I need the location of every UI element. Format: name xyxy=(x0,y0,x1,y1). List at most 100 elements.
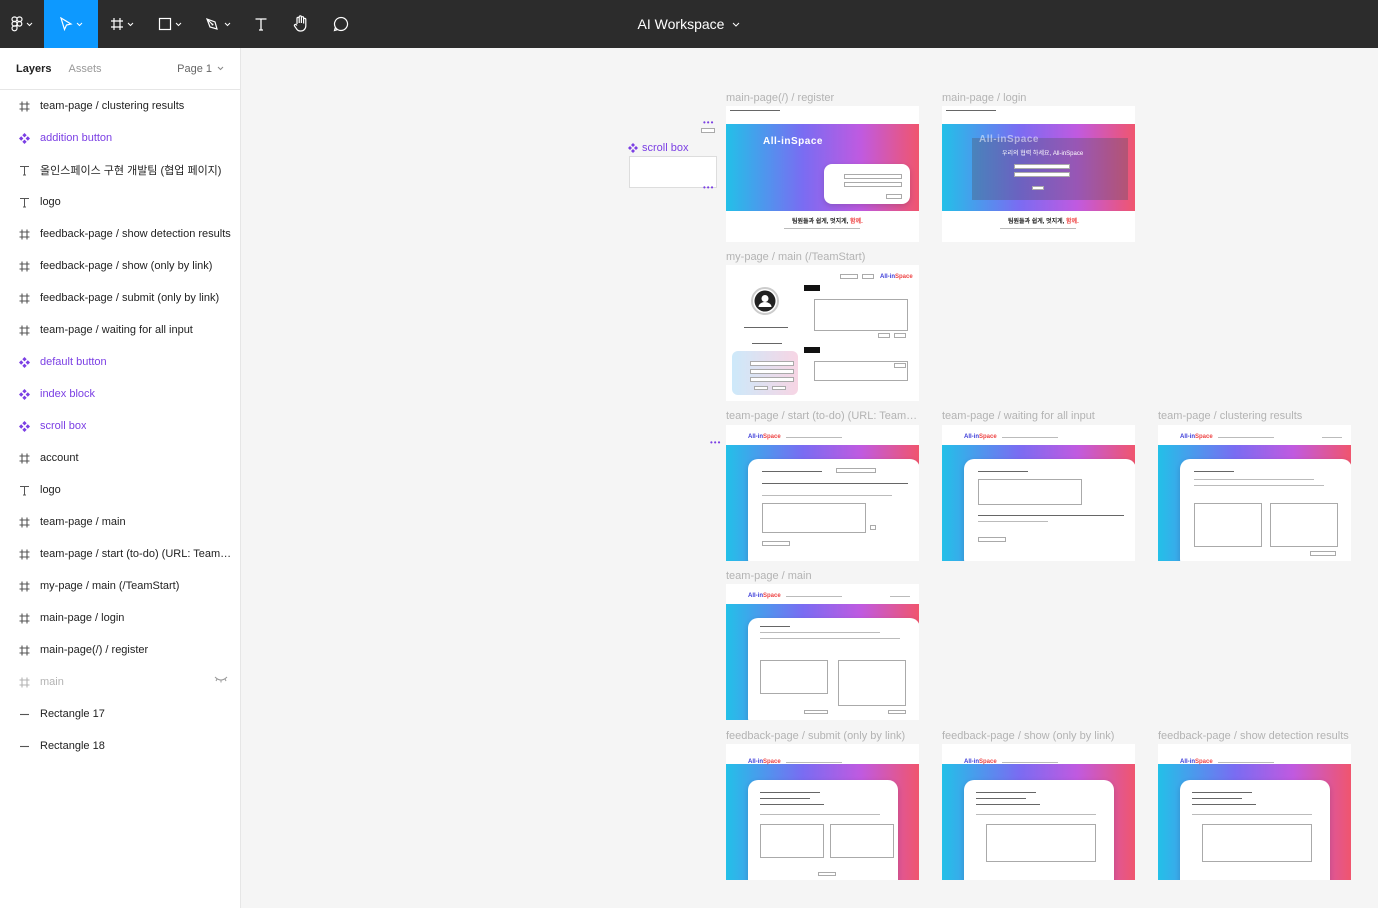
mini-input xyxy=(844,182,902,187)
shape-tool-button[interactable] xyxy=(146,0,194,48)
layer-name: team-page / waiting for all input xyxy=(40,324,193,336)
layer-item[interactable]: main-page(/) / register xyxy=(0,634,240,666)
mini-input xyxy=(701,128,715,133)
mini-text xyxy=(786,596,842,597)
layer-item[interactable]: Rectangle 18 xyxy=(0,730,240,762)
layer-list: team-page / clustering results addition b… xyxy=(0,90,240,762)
mini-text xyxy=(760,804,824,805)
layer-item[interactable]: scroll box xyxy=(0,410,240,442)
hand-tool-button[interactable] xyxy=(280,0,322,48)
tab-assets[interactable]: Assets xyxy=(68,63,101,75)
frame-submit[interactable]: All-inSpace xyxy=(726,744,919,880)
layer-item[interactable]: main xyxy=(0,666,240,698)
frame-mypage[interactable]: All-inSpace xyxy=(726,265,919,401)
mini-text xyxy=(976,792,1036,793)
frame-label-clustering[interactable]: team-page / clustering results xyxy=(1158,410,1351,422)
frame-label-login[interactable]: main-page / login xyxy=(942,92,1135,104)
mini-scroll-box xyxy=(838,660,906,706)
text-tool-button[interactable] xyxy=(242,0,280,48)
comment-tool-button[interactable] xyxy=(322,0,360,48)
layer-name: main-page / login xyxy=(40,612,125,624)
slogan: 팀원들과 쉽게, 멋지게, 함께. xyxy=(792,216,863,225)
layer-item[interactable]: 올인스페이스 구현 개발팀 (협업 페이지) xyxy=(0,154,240,186)
mini-text xyxy=(890,596,910,597)
frame-label-waiting[interactable]: team-page / waiting for all input xyxy=(942,410,1135,422)
handle-dots: ••• xyxy=(710,438,722,447)
mini-input xyxy=(1014,172,1070,177)
mini-text xyxy=(1218,437,1274,438)
frame-label-teammain[interactable]: team-page / main xyxy=(726,570,919,582)
frame-label-mypage[interactable]: my-page / main (/TeamStart) xyxy=(726,251,919,263)
frame-teammain[interactable]: All-inSpace xyxy=(726,584,919,720)
frame-label-submit[interactable]: feedback-page / submit (only by link) xyxy=(726,730,919,742)
frame-clustering[interactable]: All-inSpace xyxy=(1158,425,1351,561)
document-title[interactable]: AI Workspace xyxy=(638,16,725,32)
frame-label-detection[interactable]: feedback-page / show detection results xyxy=(1158,730,1351,742)
avatar-icon xyxy=(754,290,776,312)
pen-icon xyxy=(205,17,218,30)
frame-show[interactable]: All-inSpace xyxy=(942,744,1135,880)
page-selector[interactable]: Page 1 xyxy=(177,63,224,75)
frame-tool-button[interactable] xyxy=(98,0,146,48)
chevron-down-icon xyxy=(26,22,33,26)
layer-item[interactable]: my-page / main (/TeamStart) xyxy=(0,570,240,602)
mini-logo: All-inSpace xyxy=(748,593,781,599)
frame-login[interactable]: All-inSpace 우리의 협력 하세요, All-inSpace 팀원들과… xyxy=(942,106,1135,242)
layer-item[interactable]: Rectangle 17 xyxy=(0,698,240,730)
mini-text xyxy=(978,515,1124,516)
frame-label-start[interactable]: team-page / start (to-do) (URL: TeamStar… xyxy=(726,410,919,422)
layer-item[interactable]: index block xyxy=(0,378,240,410)
chevron-down-icon xyxy=(127,22,134,26)
mini-button xyxy=(754,386,768,390)
frame-start[interactable]: All-inSpace xyxy=(726,425,919,561)
layer-item[interactable]: team-page / clustering results xyxy=(0,90,240,122)
canvas[interactable]: scroll box ••• ••• ••• main-page(/) / re… xyxy=(241,48,1378,908)
layer-item[interactable]: logo xyxy=(0,474,240,506)
register-card xyxy=(824,164,910,204)
mini-input xyxy=(750,361,794,366)
layer-item[interactable]: feedback-page / submit (only by link) xyxy=(0,282,240,314)
frame-detection[interactable]: All-inSpace xyxy=(1158,744,1351,880)
layer-item[interactable]: feedback-page / show (only by link) xyxy=(0,250,240,282)
layer-item[interactable]: default button xyxy=(0,346,240,378)
frame-icon xyxy=(111,18,123,30)
chevron-down-icon xyxy=(76,22,83,26)
layer-item[interactable]: team-page / start (to-do) (URL: TeamStar… xyxy=(0,538,240,570)
mini-button xyxy=(978,537,1006,542)
mini-text xyxy=(978,521,1048,522)
layer-item[interactable]: team-page / main xyxy=(0,506,240,538)
layer-item[interactable]: logo xyxy=(0,186,240,218)
handle-dots: ••• xyxy=(703,183,715,192)
layer-item[interactable]: addition button xyxy=(0,122,240,154)
pen-tool-button[interactable] xyxy=(194,0,242,48)
scroll-box-component-label[interactable]: scroll box xyxy=(628,142,688,154)
text-icon xyxy=(255,18,267,31)
frame-waiting[interactable]: All-inSpace xyxy=(942,425,1135,561)
layer-item[interactable]: team-page / waiting for all input xyxy=(0,314,240,346)
frame-label-register[interactable]: main-page(/) / register xyxy=(726,92,919,104)
mini-button xyxy=(878,333,890,338)
layer-name: Rectangle 18 xyxy=(40,740,105,752)
frame-register[interactable]: All-inSpace 팀원들과 쉽게, 멋지게, 함께. xyxy=(726,106,919,242)
tab-layers[interactable]: Layers xyxy=(16,63,51,75)
mini-button xyxy=(894,333,906,338)
frame-icon xyxy=(16,514,32,530)
frame-label-show[interactable]: feedback-page / show (only by link) xyxy=(942,730,1135,742)
layer-name: scroll box xyxy=(40,420,87,432)
move-tool-button[interactable] xyxy=(44,0,98,48)
frame-icon xyxy=(16,546,32,562)
layer-item[interactable]: main-page / login xyxy=(0,602,240,634)
mini-scroll-box xyxy=(978,479,1082,505)
mini-text xyxy=(1192,804,1256,805)
mini-text xyxy=(1002,762,1058,763)
component-icon xyxy=(16,386,32,402)
frame-icon xyxy=(16,674,32,690)
layer-name: team-page / clustering results xyxy=(40,100,185,112)
layer-item[interactable]: feedback-page / show detection results xyxy=(0,218,240,250)
content-card xyxy=(1180,780,1330,880)
comment-icon xyxy=(333,16,349,32)
layer-item[interactable]: account xyxy=(0,442,240,474)
main-menu-button[interactable] xyxy=(0,0,44,48)
hidden-eye-icon[interactable] xyxy=(214,674,228,686)
chevron-down-icon xyxy=(217,66,224,71)
